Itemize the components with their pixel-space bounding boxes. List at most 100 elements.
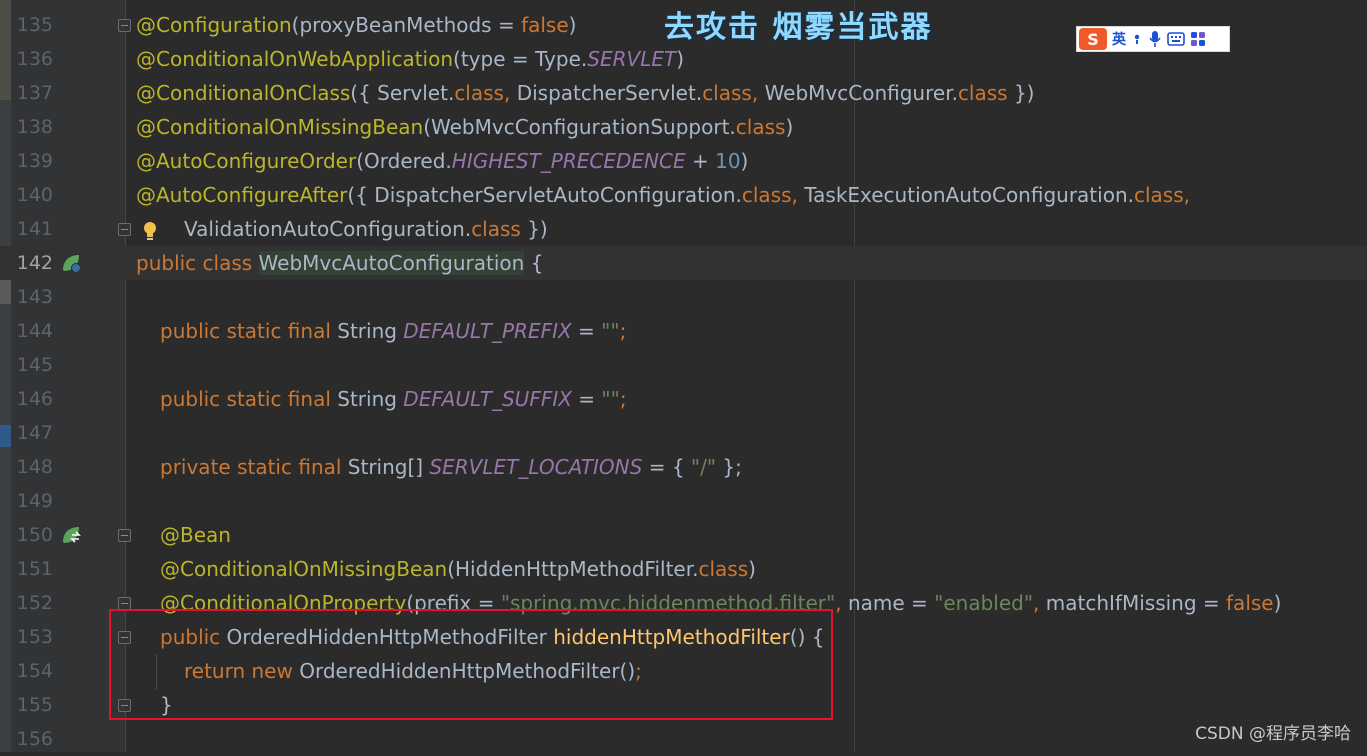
code-token: ; (619, 387, 627, 411)
code-token: @ConditionalOnClass (136, 81, 351, 105)
code-line[interactable]: 156 (0, 722, 1367, 756)
microphone-icon[interactable] (1148, 30, 1162, 48)
code-token: "/" (690, 455, 717, 479)
code-token: WebMvcAutoConfiguration (258, 251, 525, 275)
code-token: public static final (160, 387, 338, 411)
line-number: 139 (16, 150, 53, 172)
apps-grid-icon[interactable] (1190, 31, 1206, 47)
code-line[interactable]: 150 @Bean (0, 518, 1367, 552)
code-line[interactable]: 141 ValidationAutoConfiguration.class }) (0, 212, 1367, 246)
line-number: 153 (16, 626, 53, 648)
code-line[interactable]: 143 (0, 280, 1367, 314)
code-token: matchIfMissing = (1045, 591, 1227, 615)
line-number: 156 (16, 728, 53, 750)
code-token: "enabled" (934, 591, 1034, 615)
code-token: WebMvcConfigurer. (764, 81, 958, 105)
code-token: String (337, 319, 404, 343)
code-text: public static final String DEFAULT_PREFI… (160, 314, 626, 348)
code-token: String (337, 387, 404, 411)
code-line[interactable]: 140 @AutoConfigureAfter({ DispatcherServl… (0, 178, 1367, 212)
fold-toggle-icon[interactable] (118, 223, 131, 236)
code-token: @ConditionalOnMissingBean (136, 115, 424, 139)
intention-bulb-icon[interactable] (142, 220, 158, 242)
code-text: private static final String[] SERVLET_LO… (160, 450, 742, 484)
code-line[interactable]: 148 private static final String[] SERVLET… (0, 450, 1367, 484)
code-token: ) (740, 149, 749, 173)
code-line[interactable]: 139 @AutoConfigureOrder(Ordered.HIGHEST_P… (0, 144, 1367, 178)
line-number: 144 (16, 320, 53, 342)
code-token: name = (847, 591, 935, 615)
code-token: (type = Type. (453, 47, 588, 71)
line-number: 152 (16, 592, 53, 614)
code-text: ValidationAutoConfiguration.class }) (184, 212, 548, 246)
code-token: , (791, 183, 805, 207)
code-token: (HiddenHttpMethodFilter. (447, 557, 699, 581)
line-number: 141 (16, 218, 53, 240)
code-line[interactable]: 149 (0, 484, 1367, 518)
ime-toolbar[interactable]: S 英 (1076, 26, 1230, 52)
code-token: }) (1007, 81, 1035, 105)
spring-bean-method-icon[interactable] (60, 524, 82, 546)
line-number: 136 (16, 48, 53, 70)
code-text: public static final String DEFAULT_SUFFI… (160, 382, 627, 416)
code-token: ) (748, 557, 756, 581)
code-token: = (571, 319, 602, 343)
code-token: = { (642, 455, 691, 479)
code-token: ; (619, 319, 627, 343)
code-token: @ConditionalOnMissingBean (160, 557, 448, 581)
punctuation-icon[interactable] (1131, 31, 1143, 47)
code-token: @AutoConfigureOrder (136, 149, 357, 173)
code-text: @ConditionalOnClass({ Servlet.class, Dis… (136, 76, 1034, 110)
code-token: "" (601, 319, 620, 343)
overlay-title: 去攻击 烟雾当武器 (664, 10, 933, 45)
code-token: TaskExecutionAutoConfiguration. (804, 183, 1134, 207)
svg-text:S: S (1087, 30, 1099, 49)
code-token: @ConditionalOnWebApplication (136, 47, 454, 71)
code-editor[interactable]: 135 @Configuration(proxyBeanMethods = fal… (0, 0, 1367, 752)
code-token: class (1133, 183, 1184, 207)
code-token: "" (601, 387, 620, 411)
code-token: class (454, 81, 504, 105)
ime-language-toggle[interactable]: 英 (1112, 29, 1126, 49)
code-token: }; (716, 455, 742, 479)
code-token: class (698, 557, 749, 581)
code-token: = (571, 387, 602, 411)
code-line[interactable]: 138 @ConditionalOnMissingBean(WebMvcConfi… (0, 110, 1367, 144)
fold-toggle-icon[interactable] (118, 529, 131, 542)
code-token: class (702, 81, 752, 105)
code-line[interactable]: 137 @ConditionalOnClass({ Servlet.class, … (0, 76, 1367, 110)
code-token: SERVLET (587, 47, 677, 71)
fold-toggle-icon[interactable] (118, 19, 131, 32)
code-token: class (735, 115, 786, 139)
line-number: 145 (16, 354, 53, 376)
line-number: 146 (16, 388, 53, 410)
line-number: 151 (16, 558, 53, 580)
code-line[interactable]: 151 @ConditionalOnMissingBean(HiddenHttpM… (0, 552, 1367, 586)
code-token: HIGHEST_PRECEDENCE (451, 149, 686, 173)
code-token: @AutoConfigureAfter (136, 183, 348, 207)
code-token: DEFAULT_SUFFIX (403, 387, 572, 411)
line-number: 142 (16, 252, 53, 274)
sogou-logo-icon[interactable]: S (1079, 28, 1107, 50)
code-token: SERVLET_LOCATIONS (429, 455, 643, 479)
line-number: 149 (16, 490, 53, 512)
code-token: , (1033, 591, 1046, 615)
code-token: DispatcherServlet. (516, 81, 703, 105)
code-token: (WebMvcConfigurationSupport. (423, 115, 736, 139)
spring-bean-config-icon[interactable] (60, 252, 82, 274)
code-line[interactable]: 147 (0, 416, 1367, 450)
code-token: ({ Servlet. (350, 81, 455, 105)
line-number: 150 (16, 524, 53, 546)
code-token: , (835, 591, 848, 615)
code-token: class (471, 217, 521, 241)
keyboard-icon[interactable] (1167, 32, 1185, 46)
code-line[interactable]: 142 public class WebMvcAutoConfiguration … (0, 246, 1367, 280)
code-token: ) (785, 115, 794, 139)
code-line[interactable]: 145 (0, 348, 1367, 382)
line-number: 154 (16, 660, 53, 682)
line-number: 143 (16, 286, 53, 308)
code-token: ValidationAutoConfiguration. (184, 217, 472, 241)
code-line[interactable]: 146 public static final String DEFAULT_SU… (0, 382, 1367, 416)
code-text: @Bean (160, 518, 231, 552)
code-line[interactable]: 144 public static final String DEFAULT_PR… (0, 314, 1367, 348)
